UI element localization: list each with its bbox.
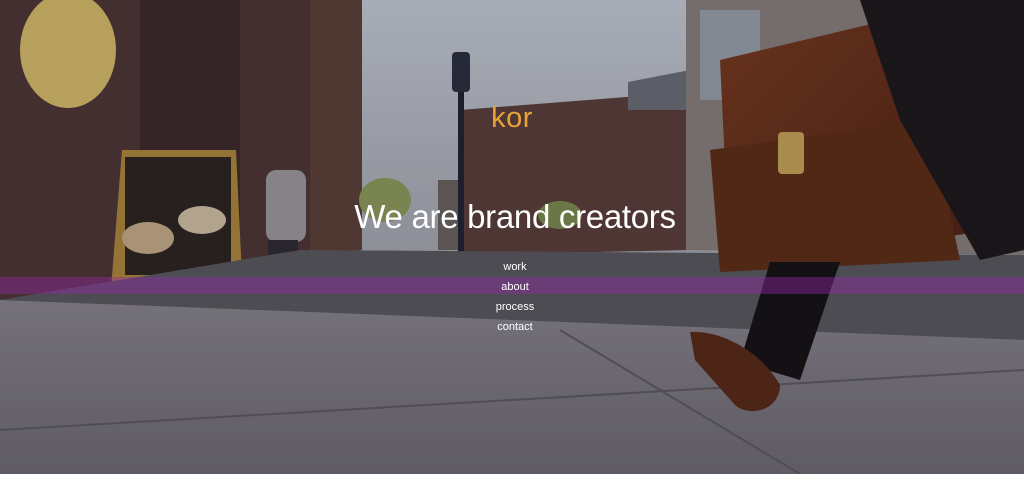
dark-overlay: [0, 0, 1024, 474]
brand-logo[interactable]: kor: [0, 101, 1024, 135]
hero-tagline: We are brand creators: [354, 198, 676, 235]
nav-item-contact[interactable]: contact: [0, 317, 1024, 337]
nav-item-about[interactable]: about: [0, 277, 1024, 297]
hero-section: kor We are brand creators work about pro…: [0, 0, 1024, 474]
main-navigation: work about process contact: [0, 257, 1024, 337]
page-bottom-strip: [0, 474, 1024, 488]
nav-item-work[interactable]: work: [0, 257, 1024, 277]
nav-item-process[interactable]: process: [0, 297, 1024, 317]
